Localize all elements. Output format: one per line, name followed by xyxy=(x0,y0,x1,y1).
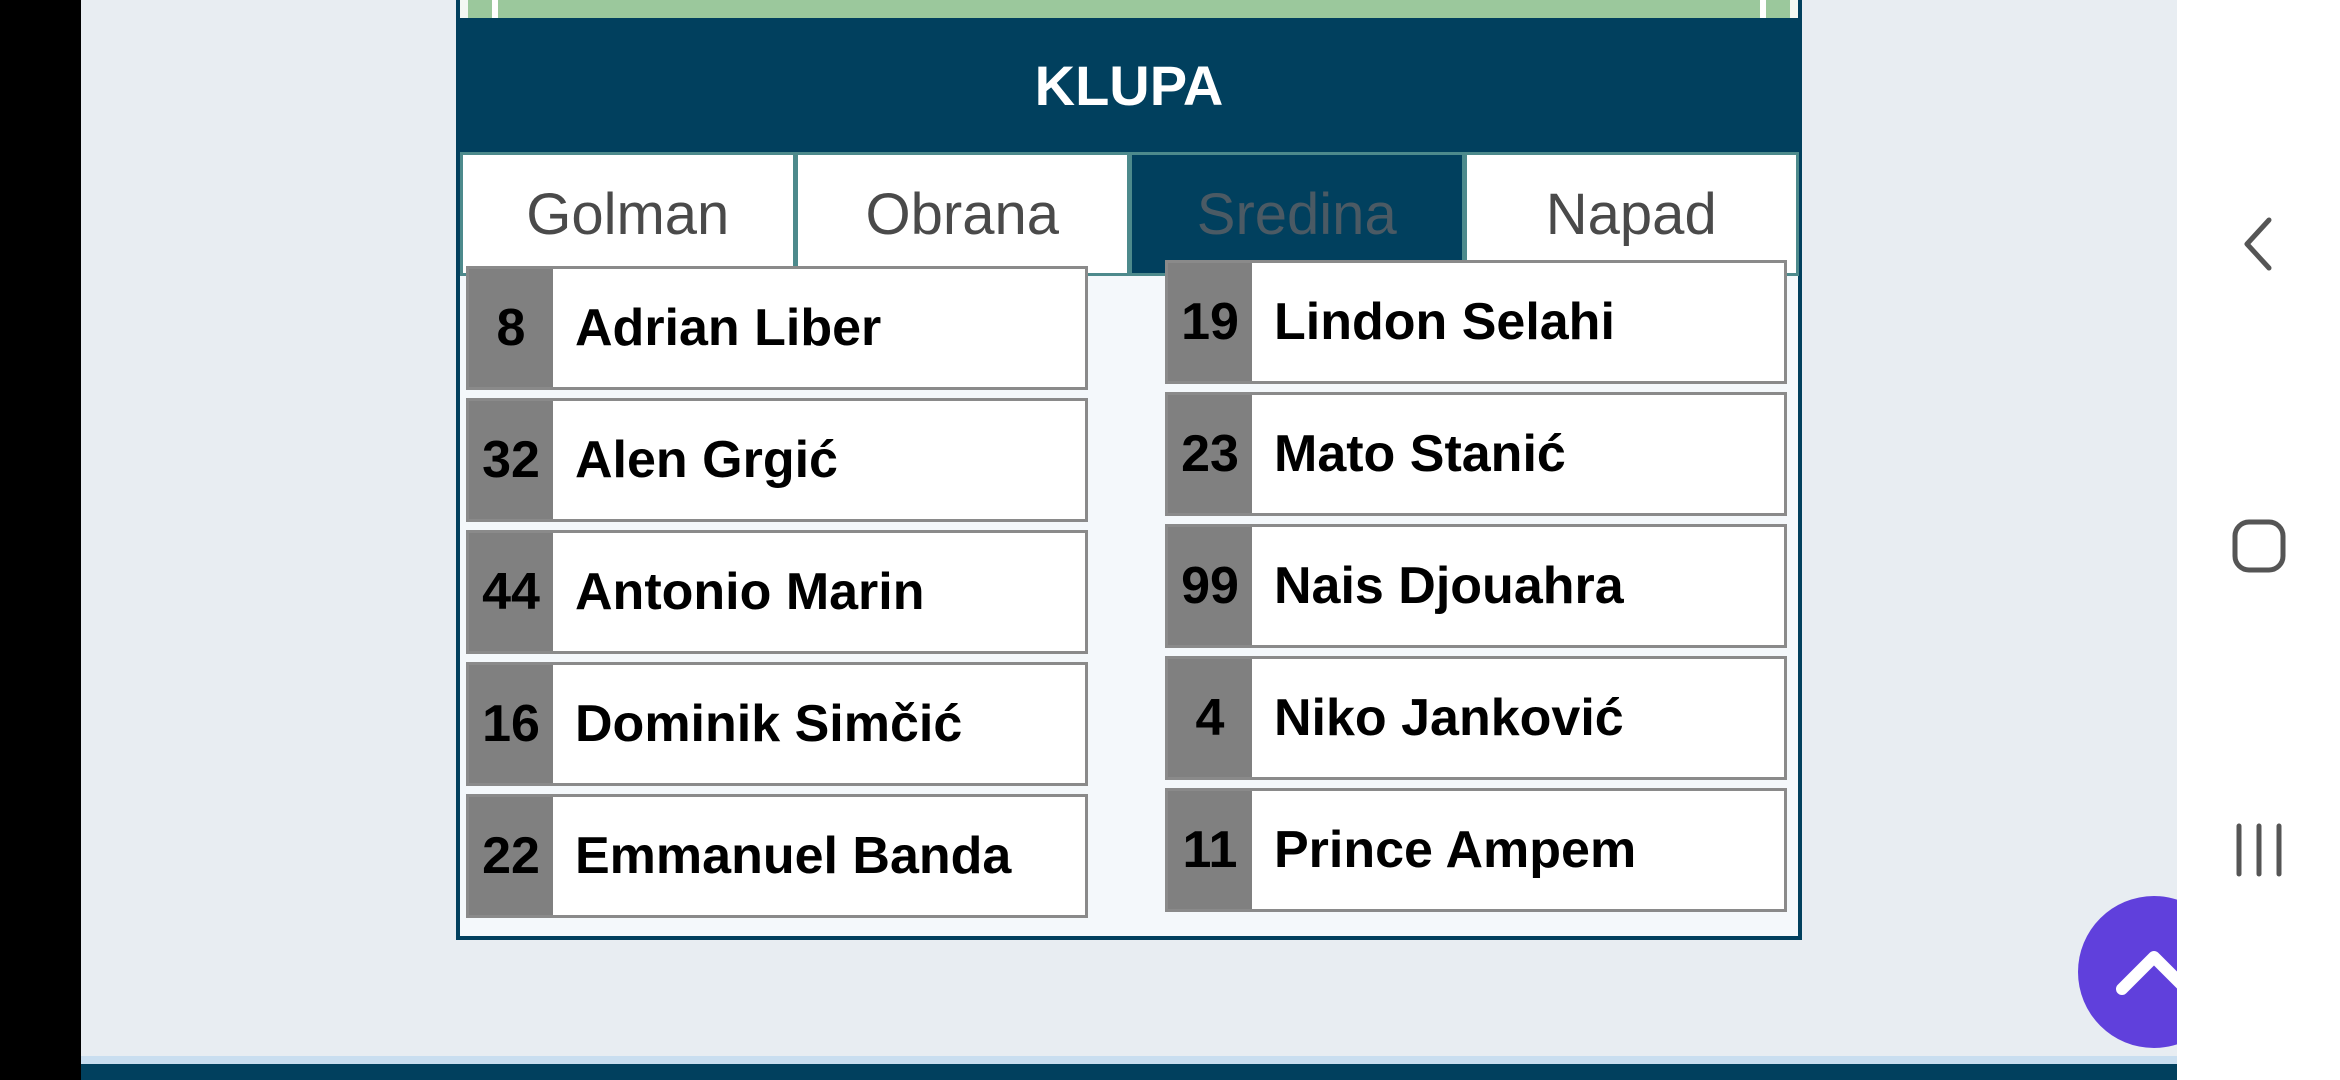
bench-card: KLUPA Golman Obrana Sredina Napad 8 Adri… xyxy=(456,0,1802,940)
system-navigation-bar xyxy=(2177,0,2340,1080)
players-left-column: 8 Adrian Liber 32 Alen Grgić 44 Antonio … xyxy=(466,266,1088,926)
nav-home-button[interactable] xyxy=(2177,486,2340,606)
bottom-bar xyxy=(81,1056,2177,1080)
player-row[interactable]: 11 Prince Ampem xyxy=(1165,788,1787,912)
back-icon xyxy=(2244,217,2271,271)
player-number: 32 xyxy=(469,401,553,519)
home-icon xyxy=(2232,519,2285,573)
recents-icon xyxy=(2236,823,2281,877)
tab-napad[interactable]: Napad xyxy=(1463,152,1799,276)
player-row[interactable]: 16 Dominik Simčić xyxy=(466,662,1088,786)
tab-sredina[interactable]: Sredina xyxy=(1129,152,1465,276)
player-name: Nais Djouahra xyxy=(1274,557,1624,615)
player-row[interactable]: 8 Adrian Liber xyxy=(466,266,1088,390)
bench-title: KLUPA xyxy=(460,18,1798,152)
player-name: Mato Stanić xyxy=(1274,425,1566,483)
player-name: Lindon Selahi xyxy=(1274,293,1615,351)
players-right-column: 19 Lindon Selahi 23 Mato Stanić 99 Nais … xyxy=(1165,260,1787,920)
position-tabs: Golman Obrana Sredina Napad xyxy=(460,152,1799,276)
nav-recents-button[interactable] xyxy=(2177,790,2340,910)
scroll-to-top-button[interactable] xyxy=(2078,896,2177,1048)
player-number: 4 xyxy=(1168,659,1252,777)
nav-back-button[interactable] xyxy=(2177,184,2340,304)
player-number: 8 xyxy=(469,269,553,387)
player-number: 23 xyxy=(1168,395,1252,513)
player-row[interactable]: 22 Emmanuel Banda xyxy=(466,794,1088,918)
player-row[interactable]: 23 Mato Stanić xyxy=(1165,392,1787,516)
player-name: Niko Janković xyxy=(1274,689,1624,747)
tab-golman[interactable]: Golman xyxy=(460,152,796,276)
tab-obrana[interactable]: Obrana xyxy=(794,152,1130,276)
player-name: Prince Ampem xyxy=(1274,821,1637,879)
player-number: 22 xyxy=(469,797,553,915)
player-row[interactable]: 19 Lindon Selahi xyxy=(1165,260,1787,384)
screen-edge xyxy=(0,0,81,1080)
player-number: 16 xyxy=(469,665,553,783)
player-number: 44 xyxy=(469,533,553,651)
player-number: 11 xyxy=(1168,791,1252,909)
player-row[interactable]: 4 Niko Janković xyxy=(1165,656,1787,780)
player-number: 19 xyxy=(1168,263,1252,381)
player-name: Alen Grgić xyxy=(575,431,838,489)
player-row[interactable]: 44 Antonio Marin xyxy=(466,530,1088,654)
player-row[interactable]: 32 Alen Grgić xyxy=(466,398,1088,522)
player-name: Emmanuel Banda xyxy=(575,827,1012,885)
pitch-bottom-edge xyxy=(460,0,1798,18)
chevron-up-icon xyxy=(2116,951,2177,995)
player-row[interactable]: 99 Nais Djouahra xyxy=(1165,524,1787,648)
player-name: Antonio Marin xyxy=(575,563,925,621)
player-name: Adrian Liber xyxy=(575,299,882,357)
web-page[interactable]: KLUPA Golman Obrana Sredina Napad 8 Adri… xyxy=(81,0,2177,1080)
player-name: Dominik Simčić xyxy=(575,695,963,753)
player-number: 99 xyxy=(1168,527,1252,645)
